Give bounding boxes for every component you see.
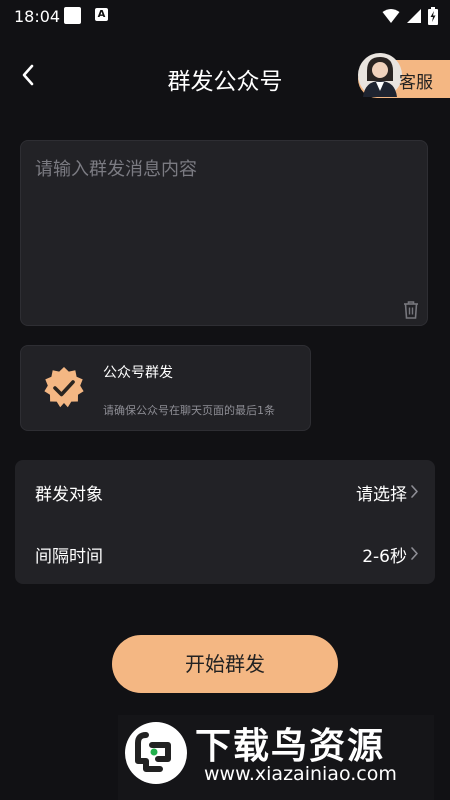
watermark-text: 下载鸟资源: [195, 726, 386, 767]
wifi-icon: [382, 9, 400, 23]
watermark-url: www.xiazainiao.com: [204, 763, 397, 785]
card-subtitle: 请确保公众号在聊天页面的最后1条: [103, 404, 275, 417]
watermark: 下载鸟资源 www.xiazainiao.com: [118, 715, 434, 800]
trash-icon[interactable]: [401, 299, 421, 321]
setting-row-interval[interactable]: 间隔时间 2-6秒: [15, 522, 435, 584]
header: 群发公众号 客服: [0, 42, 450, 116]
verified-badge-icon: [44, 367, 84, 408]
status-icons: [382, 7, 438, 25]
setting-value: 请选择: [356, 485, 407, 505]
signal-icon: [407, 9, 421, 23]
mode-card-official-account[interactable]: 公众号群发 请确保公众号在聊天页面的最后1条: [20, 345, 311, 431]
setting-label: 间隔时间: [35, 547, 103, 567]
agent-avatar-icon: [358, 53, 402, 97]
setting-value: 2-6秒: [362, 547, 407, 567]
notification-square-icon: [64, 7, 81, 24]
status-bar: 18:04 A: [0, 0, 450, 34]
message-input[interactable]: [33, 153, 417, 297]
customer-service-button[interactable]: 客服: [358, 53, 450, 98]
card-title: 公众号群发: [103, 365, 173, 381]
chevron-right-icon: [411, 485, 418, 498]
chevron-right-icon: [411, 547, 418, 560]
battery-icon: [428, 7, 438, 25]
watermark-logo-icon: [125, 722, 187, 784]
customer-service-label: 客服: [399, 73, 433, 93]
start-broadcast-button[interactable]: 开始群发: [112, 635, 338, 693]
message-box: [20, 140, 428, 326]
settings-panel: 群发对象 请选择 间隔时间 2-6秒: [15, 460, 435, 584]
setting-row-target[interactable]: 群发对象 请选择: [15, 460, 435, 522]
setting-label: 群发对象: [35, 485, 103, 505]
status-time: 18:04: [14, 7, 61, 26]
notification-a-icon: A: [95, 8, 108, 21]
